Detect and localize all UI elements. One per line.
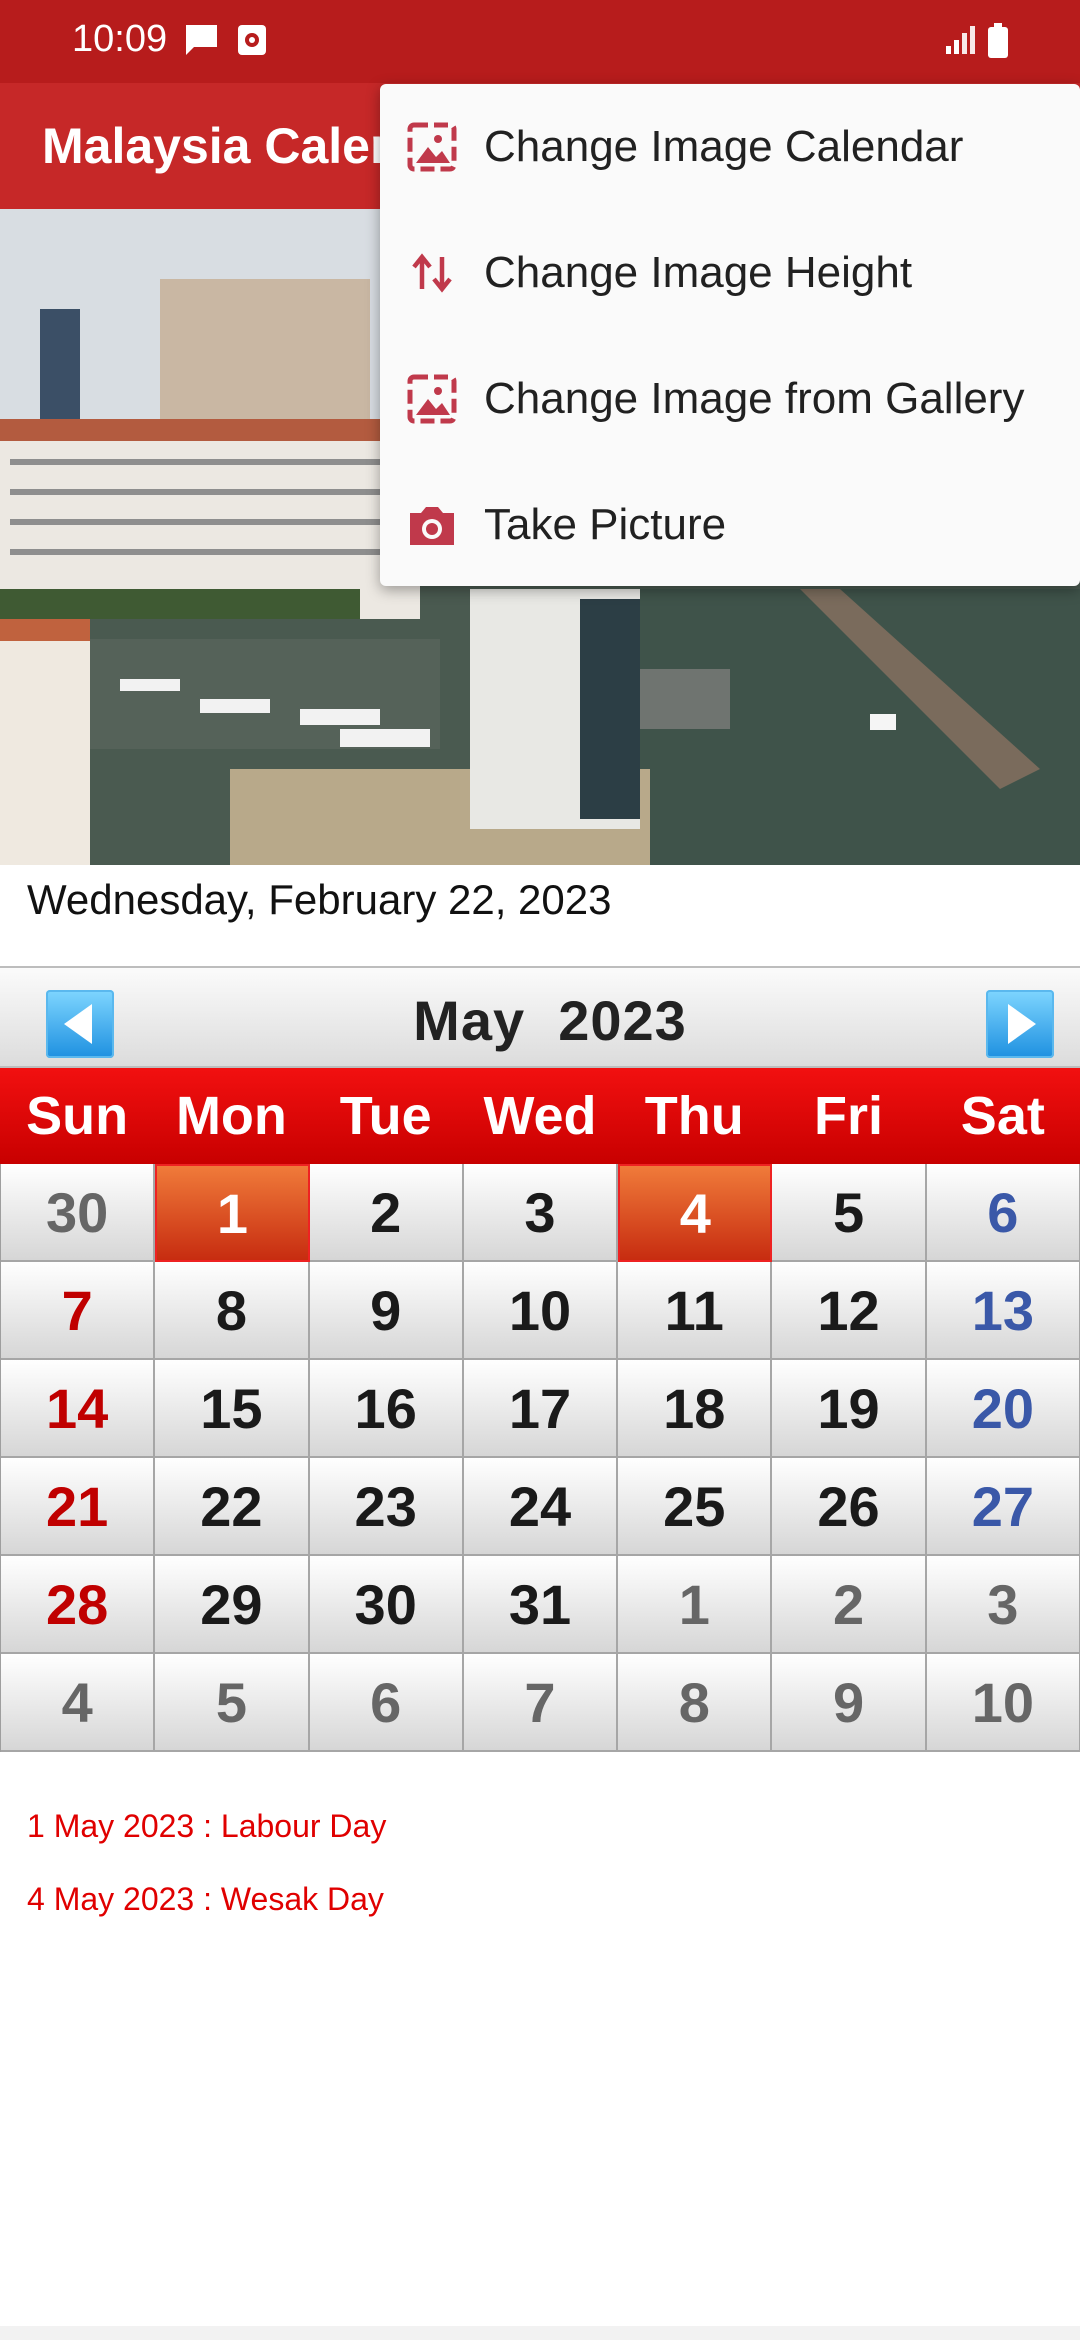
day-cell[interactable]: 22 <box>155 1458 310 1556</box>
menu-item-label: Change Image Calendar <box>484 122 964 171</box>
day-cell[interactable]: 5 <box>155 1654 310 1752</box>
next-month-button[interactable] <box>986 990 1054 1058</box>
battery-icon <box>988 23 1008 58</box>
menu-item-change-image-height[interactable]: Change Image Height <box>380 210 1080 336</box>
day-cell[interactable]: 7 <box>1 1262 156 1360</box>
day-cell[interactable]: 23 <box>309 1458 464 1556</box>
year-label: 2023 <box>558 989 687 1052</box>
day-cell[interactable]: 30 <box>309 1556 464 1654</box>
menu-item-label: Take Picture <box>484 500 727 549</box>
weekday-label: Sun <box>26 1086 129 1146</box>
day-cell[interactable]: 1 <box>618 1556 773 1654</box>
overflow-menu: Change Image Calendar Change Image Heigh… <box>380 84 1080 586</box>
weekday-label: Wed <box>483 1086 597 1146</box>
day-cell[interactable]: 8 <box>618 1654 773 1752</box>
weekday-header: Sun Mon Tue Wed Thu Fri Sat <box>0 1068 1080 1164</box>
day-cell[interactable]: 17 <box>463 1360 619 1458</box>
day-cell[interactable]: 12 <box>772 1262 927 1360</box>
day-cell[interactable]: 11 <box>618 1262 773 1360</box>
status-bar: 10:09 <box>0 0 1080 83</box>
weekday-label: Sat <box>960 1086 1045 1146</box>
weekday-label: Fri <box>814 1086 884 1146</box>
day-cell[interactable]: 27 <box>926 1458 1080 1556</box>
weekday-label: Thu <box>644 1086 744 1146</box>
menu-item-take-picture[interactable]: Take Picture <box>380 462 1080 588</box>
day-cell[interactable]: 5 <box>772 1164 927 1262</box>
day-cell[interactable]: 6 <box>926 1164 1080 1262</box>
day-cell[interactable]: 31 <box>463 1556 619 1654</box>
signal-icon <box>946 26 975 54</box>
message-icon <box>185 25 217 55</box>
day-cell[interactable]: 26 <box>772 1458 927 1556</box>
holiday-list: 1 May 2023 : Labour Day 4 May 2023 : Wes… <box>27 1808 386 1954</box>
current-date: Wednesday, February 22, 2023 <box>27 876 612 923</box>
day-cell[interactable]: 15 <box>155 1360 310 1458</box>
day-cell[interactable]: 19 <box>772 1360 927 1458</box>
day-cell[interactable]: 6 <box>309 1654 464 1752</box>
navigation-bar <box>0 2326 1080 2340</box>
day-cell[interactable]: 13 <box>926 1262 1080 1360</box>
month-year-title: May 2023 <box>0 988 1080 1053</box>
weekday-label: Tue <box>339 1086 432 1146</box>
day-cell[interactable]: 29 <box>155 1556 310 1654</box>
day-cell[interactable]: 2 <box>772 1556 927 1654</box>
calendar-grid: 30 1 2 3 4 5 6 7 8 9 10 11 12 13 14 15 1… <box>0 1164 1080 1752</box>
day-cell[interactable]: 30 <box>1 1164 156 1262</box>
day-cell[interactable]: 18 <box>618 1360 773 1458</box>
day-cell[interactable]: 8 <box>155 1262 310 1360</box>
image-icon <box>407 374 457 424</box>
day-cell[interactable]: 16 <box>309 1360 464 1458</box>
month-label: May <box>413 989 526 1052</box>
day-cell[interactable]: 28 <box>1 1556 156 1654</box>
screenshot-icon <box>238 25 266 55</box>
day-cell[interactable]: 9 <box>309 1262 464 1360</box>
holiday-item: 4 May 2023 : Wesak Day <box>27 1881 384 1917</box>
day-cell[interactable]: 10 <box>926 1654 1080 1752</box>
menu-item-change-image-calendar[interactable]: Change Image Calendar <box>380 84 1080 210</box>
menu-item-change-image-gallery[interactable]: Change Image from Gallery <box>380 336 1080 462</box>
day-cell[interactable]: 3 <box>926 1556 1080 1654</box>
status-time: 10:09 <box>72 18 168 60</box>
day-cell[interactable]: 4 <box>1 1654 156 1752</box>
weekday-label: Mon <box>175 1086 287 1146</box>
day-cell-holiday[interactable]: 1 <box>155 1164 310 1262</box>
holiday-item: 1 May 2023 : Labour Day <box>27 1808 387 1844</box>
menu-item-label: Change Image from Gallery <box>484 374 1025 423</box>
day-cell[interactable]: 21 <box>1 1458 156 1556</box>
day-cell[interactable]: 20 <box>926 1360 1080 1458</box>
day-cell[interactable]: 2 <box>309 1164 464 1262</box>
day-cell[interactable]: 9 <box>772 1654 927 1752</box>
day-cell[interactable]: 14 <box>1 1360 156 1458</box>
camera-icon <box>410 507 454 545</box>
day-cell[interactable]: 25 <box>618 1458 773 1556</box>
arrow-right-icon <box>1008 1004 1036 1044</box>
day-cell-holiday[interactable]: 4 <box>618 1164 773 1262</box>
calendar-nav: May 2023 <box>0 966 1080 1068</box>
day-cell[interactable]: 7 <box>463 1654 619 1752</box>
day-cell[interactable]: 3 <box>463 1164 619 1262</box>
swap-vertical-icon <box>412 253 452 293</box>
menu-item-label: Change Image Height <box>484 248 913 297</box>
day-cell[interactable]: 24 <box>463 1458 619 1556</box>
month-calendar: May 2023 Sun Mon Tue Wed Thu Fri Sat 30 … <box>0 966 1080 1756</box>
image-icon <box>407 122 457 172</box>
day-cell[interactable]: 10 <box>463 1262 619 1360</box>
